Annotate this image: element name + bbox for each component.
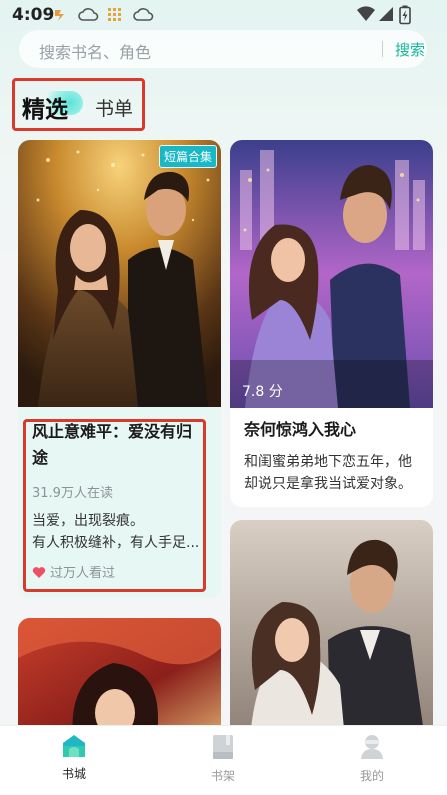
- description-line: 和闺蜜弟弟地下恋五年，他: [244, 454, 412, 470]
- nav-label: 我的: [359, 769, 384, 783]
- book-description: 和闺蜜弟弟地下恋五年，他 却说只是拿我当试爱对象。: [244, 451, 428, 495]
- rating-score: 7.8 分: [242, 384, 283, 400]
- search-bar[interactable]: 搜索书名、角色 搜索: [19, 30, 427, 68]
- search-input[interactable]: 搜索书名、角色: [39, 39, 151, 63]
- book-cover-image: [18, 618, 221, 738]
- nav-bookshelf[interactable]: 书架: [183, 734, 263, 784]
- battery-icon: [399, 5, 411, 25]
- book-card[interactable]: [18, 618, 221, 738]
- search-button[interactable]: 搜索: [395, 39, 425, 60]
- bottom-nav: 书城 书架 我的: [0, 725, 447, 795]
- tab-featured[interactable]: 精选: [22, 90, 68, 124]
- nav-label: 书城: [61, 767, 86, 781]
- book-title: 奈何惊鸿入我心: [244, 420, 357, 439]
- status-bar: 4:09: [0, 0, 447, 30]
- search-divider: [382, 41, 383, 57]
- collection-badge: 短篇合集: [158, 145, 217, 168]
- profile-icon: [361, 735, 383, 759]
- nav-label: 书架: [210, 769, 235, 783]
- tab-booklist[interactable]: 书单: [95, 94, 133, 121]
- home-icon: [63, 735, 85, 757]
- annotation-highlight: [23, 419, 206, 592]
- app-notification-icon: [55, 10, 64, 21]
- book-card[interactable]: [230, 520, 433, 740]
- cloud-icon: [78, 8, 99, 21]
- nav-bookstore[interactable]: 书城: [34, 734, 114, 782]
- book-cover-image: [230, 140, 433, 408]
- cloud-icon: [133, 8, 154, 21]
- nav-profile[interactable]: 我的: [332, 734, 412, 784]
- book-card[interactable]: 7.8 分 奈何惊鸿入我心 和闺蜜弟弟地下恋五年，他 却说只是拿我当试爱对象。: [230, 140, 433, 507]
- wifi-icon: [357, 6, 375, 21]
- description-line: 却说只是拿我当试爱对象。: [244, 476, 412, 492]
- category-tabs: 精选 书单: [12, 78, 145, 131]
- book-cover-image: [230, 520, 433, 740]
- book-cover-image: [18, 140, 221, 407]
- signal-icon: [379, 7, 393, 21]
- grid-icon: [108, 8, 121, 21]
- status-time: 4:09: [12, 5, 55, 25]
- bookshelf-icon: [213, 735, 233, 759]
